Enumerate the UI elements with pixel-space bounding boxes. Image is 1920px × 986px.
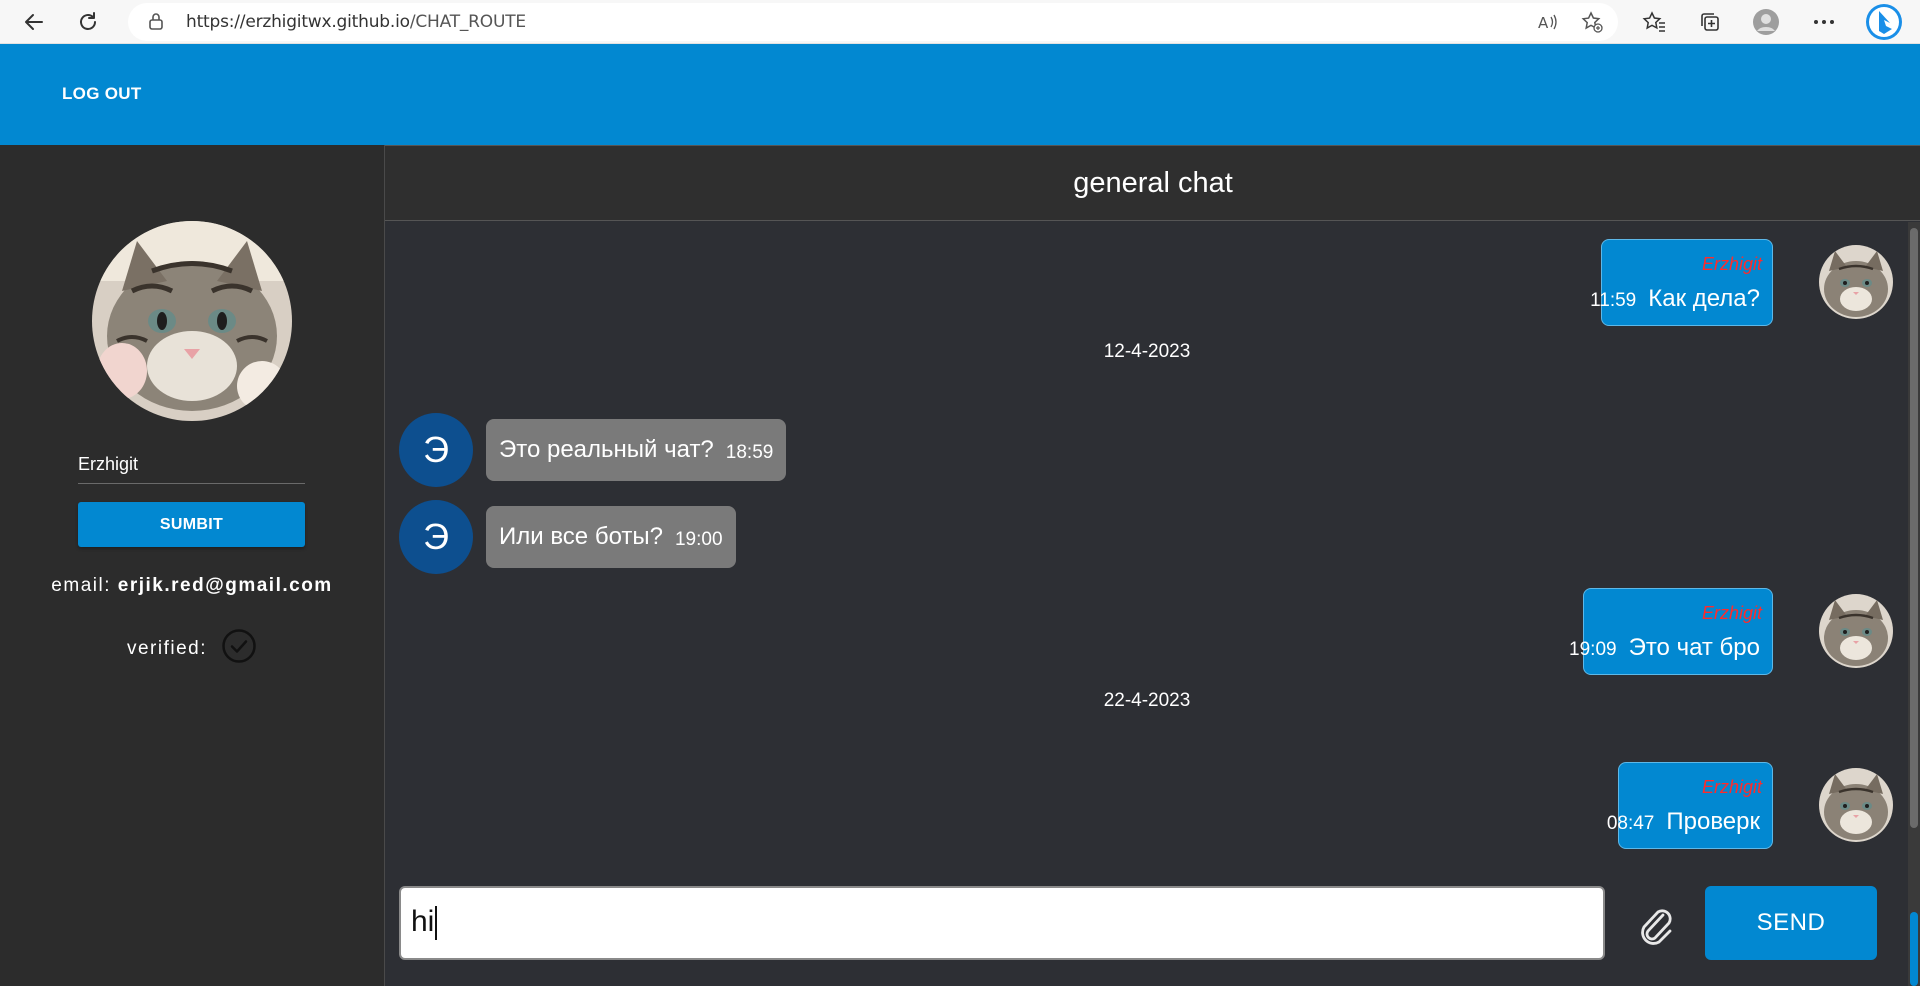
email-value: erjik.red@gmail.com xyxy=(117,575,333,596)
message-author: Erzhigit xyxy=(1701,254,1762,274)
message-author: Erzhigit xyxy=(1701,603,1762,623)
message-incoming: Это реальный чат? 18:59 xyxy=(486,419,787,481)
message-time: 18:59 xyxy=(725,442,774,463)
cat-avatar xyxy=(1819,594,1893,668)
chat-panel: general chat Erzhigit 11:59 Как дела? 12… xyxy=(384,145,1920,986)
message-incoming: Или все боты? 19:00 xyxy=(486,506,736,568)
message-outgoing: Erzhigit 11:59 Как дела? xyxy=(1590,239,1773,326)
message-time: 19:09 xyxy=(1569,639,1617,660)
scrollbar-position[interactable] xyxy=(1910,912,1918,986)
profile-avatar[interactable] xyxy=(92,221,292,421)
scrollbar-thumb[interactable] xyxy=(1910,228,1918,828)
refresh-icon[interactable] xyxy=(72,6,104,38)
more-icon[interactable] xyxy=(1808,6,1840,38)
browser-toolbar: https://erzhigitwx.github.io/CHAT_ROUTE … xyxy=(0,0,1920,44)
message-author: Erzhigit xyxy=(1701,777,1762,797)
message-text: Проверк xyxy=(1666,808,1760,835)
message-time: 08:47 xyxy=(1606,813,1655,834)
favorites-icon[interactable] xyxy=(1638,6,1670,38)
send-button[interactable]: SEND xyxy=(1705,886,1877,960)
message-time: 11:59 xyxy=(1590,290,1637,311)
verified-label: verified: xyxy=(126,638,208,659)
cat-avatar xyxy=(1819,768,1893,842)
date-separator: 12-4-2023 xyxy=(1103,341,1191,362)
bing-icon[interactable] xyxy=(1864,2,1904,42)
cat-avatar xyxy=(1819,245,1893,319)
message-input[interactable]: hi xyxy=(399,886,1605,960)
profile-icon[interactable] xyxy=(1750,6,1782,38)
submit-button[interactable]: SUMBIT xyxy=(78,502,305,547)
address-bar[interactable]: https://erzhigitwx.github.io/CHAT_ROUTE … xyxy=(128,3,1618,41)
name-input[interactable]: Erzhigit xyxy=(78,450,305,484)
back-icon[interactable] xyxy=(18,6,50,38)
logout-button[interactable]: LOG OUT xyxy=(62,84,142,104)
message-text: Как дела? xyxy=(1648,285,1760,312)
date-separator: 22-4-2023 xyxy=(1103,690,1191,711)
message-text: Это реальный чат? xyxy=(499,436,714,463)
email-row: email: erjik.red@gmail.com xyxy=(0,575,384,597)
message-outgoing: Erzhigit 08:47 Проверк xyxy=(1607,762,1773,849)
email-label: email: xyxy=(51,575,111,596)
user-avatar: Э xyxy=(399,413,473,487)
check-circle-icon xyxy=(221,628,257,670)
profile-sidebar: Erzhigit SUMBIT email: erjik.red@gmail.c… xyxy=(0,145,384,986)
user-avatar: Э xyxy=(399,500,473,574)
verified-row: verified: xyxy=(0,628,384,670)
paperclip-icon[interactable] xyxy=(1631,900,1681,950)
lock-icon[interactable] xyxy=(148,12,164,35)
chat-title: general chat xyxy=(385,145,1920,221)
message-text: Или все боты? xyxy=(499,523,663,550)
add-favorite-icon[interactable] xyxy=(1580,10,1604,34)
read-aloud-icon[interactable]: A xyxy=(1536,10,1560,34)
chat-scrollbar[interactable] xyxy=(1908,222,1920,986)
collections-icon[interactable] xyxy=(1694,6,1726,38)
svg-text:A: A xyxy=(1538,14,1549,32)
message-time: 19:00 xyxy=(674,529,723,550)
message-outgoing: Erzhigit 19:09 Это чат бро xyxy=(1569,588,1773,675)
url-text: https://erzhigitwx.github.io/CHAT_ROUTE xyxy=(186,12,526,32)
app-header: LOG OUT xyxy=(0,44,1920,145)
message-text: Это чат бро xyxy=(1628,634,1760,661)
